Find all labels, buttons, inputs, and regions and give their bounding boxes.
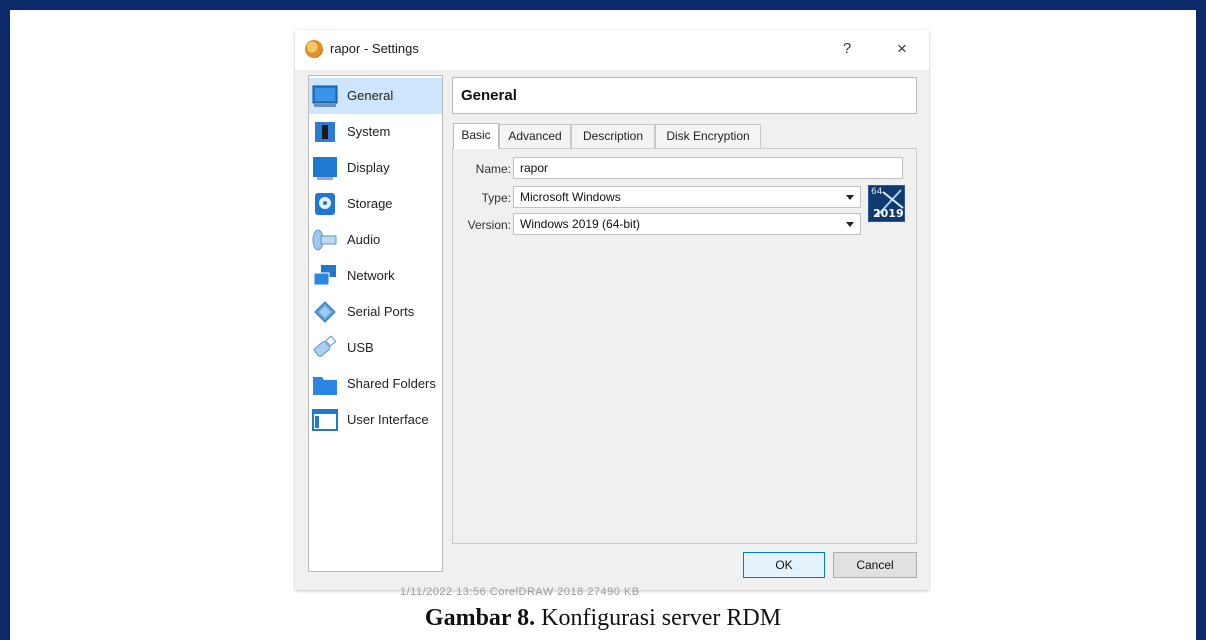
sidebar-item-label: System xyxy=(347,124,391,139)
background-file-row: 1/11/2022 13:56 CorelDRAW 2018 27490 KB xyxy=(400,586,640,598)
window-icon xyxy=(312,409,338,431)
sidebar-item-general[interactable]: General xyxy=(309,78,442,114)
window-title: rapor - Settings xyxy=(330,41,419,56)
type-select[interactable]: Microsoft Windows xyxy=(513,186,861,208)
settings-sidebar: General System Display Storage Audio Net… xyxy=(308,75,443,572)
tab-advanced[interactable]: Advanced xyxy=(499,124,571,148)
sidebar-item-label: Serial Ports xyxy=(347,304,415,319)
ok-button[interactable]: OK xyxy=(743,552,825,578)
chip-icon xyxy=(315,122,335,142)
figure-caption: Gambar 8. Konfigurasi server RDM xyxy=(0,605,1206,632)
section-title: General xyxy=(461,87,517,104)
display-icon xyxy=(313,157,337,180)
sidebar-item-label: General xyxy=(347,88,394,103)
type-label: Type: xyxy=(481,191,511,205)
name-label: Name: xyxy=(475,162,511,176)
sidebar-item-label: Audio xyxy=(347,232,381,247)
tab-disk-encryption[interactable]: Disk Encryption xyxy=(655,124,761,148)
cancel-button[interactable]: Cancel xyxy=(833,552,917,578)
help-button[interactable]: ? xyxy=(832,36,862,62)
close-button[interactable]: × xyxy=(887,36,917,62)
sidebar-item-display[interactable]: Display xyxy=(309,150,442,186)
chevron-down-icon xyxy=(846,195,854,200)
virtualbox-app-icon xyxy=(305,40,323,58)
version-select[interactable]: Windows 2019 (64-bit) xyxy=(513,213,861,235)
sidebar-item-label: USB xyxy=(347,340,374,355)
network-icon xyxy=(313,265,336,286)
version-select-value: Windows 2019 (64-bit) xyxy=(520,217,641,231)
sidebar-item-audio[interactable]: Audio xyxy=(309,222,442,258)
sidebar-item-serial-ports[interactable]: Serial Ports xyxy=(309,294,442,330)
caption-number: Gambar 8. xyxy=(424,605,536,631)
os-type-icon: 64 2019 xyxy=(868,185,905,222)
title-bar[interactable]: rapor - Settings ? × xyxy=(295,30,929,70)
sidebar-item-usb[interactable]: USB xyxy=(309,330,442,366)
monitor-icon xyxy=(312,85,338,107)
name-field[interactable]: rapor xyxy=(513,157,903,179)
sidebar-item-shared-folders[interactable]: Shared Folders xyxy=(309,366,442,402)
sidebar-item-network[interactable]: Network xyxy=(309,258,442,294)
sidebar-item-user-interface[interactable]: User Interface xyxy=(309,402,442,438)
serial-port-icon xyxy=(314,301,336,323)
section-header: General xyxy=(452,77,917,114)
sidebar-item-label: User Interface xyxy=(347,412,429,427)
speaker-icon xyxy=(312,229,337,251)
settings-dialog: rapor - Settings ? × General System Disp… xyxy=(295,30,929,590)
chevron-down-icon xyxy=(846,222,854,227)
disk-icon xyxy=(315,193,335,215)
sidebar-item-system[interactable]: System xyxy=(309,114,442,150)
caption-text: Konfigurasi server RDM xyxy=(535,605,782,631)
folder-icon xyxy=(313,377,337,395)
type-select-value: Microsoft Windows xyxy=(520,190,621,204)
sidebar-item-storage[interactable]: Storage xyxy=(309,186,442,222)
sidebar-item-label: Display xyxy=(347,160,390,175)
os-year-label: 2019 xyxy=(873,207,904,220)
sidebar-item-label: Storage xyxy=(347,196,393,211)
version-label: Version: xyxy=(467,218,511,232)
sidebar-item-label: Network xyxy=(347,268,395,283)
os-bits-label: 64 xyxy=(871,187,883,197)
tab-basic[interactable]: Basic xyxy=(453,123,499,149)
sidebar-item-label: Shared Folders xyxy=(347,376,436,391)
usb-icon xyxy=(313,335,337,358)
tab-description[interactable]: Description xyxy=(571,124,655,148)
